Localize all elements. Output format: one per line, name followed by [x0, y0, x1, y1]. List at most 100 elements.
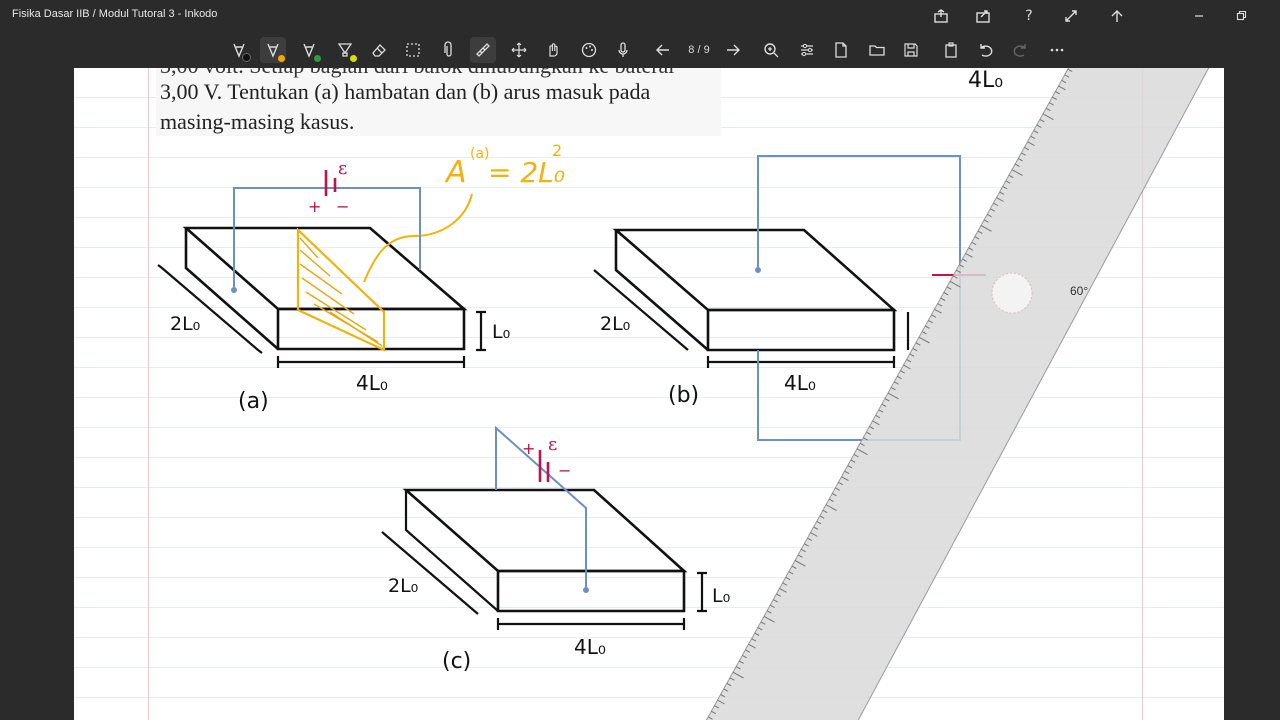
paperclip-icon [444, 41, 452, 57]
area-note-exp: 2 [552, 141, 562, 160]
new-page-button[interactable] [828, 37, 854, 63]
microphone-icon [618, 42, 628, 57]
move-tool[interactable] [506, 37, 532, 63]
contact-point-a [231, 287, 237, 293]
battery-minus-a: − [336, 197, 349, 216]
more-button[interactable] [1044, 37, 1070, 63]
ruler-overlay[interactable] [702, 68, 1214, 720]
arrow-left-icon [656, 44, 669, 56]
contact-point-b [755, 267, 761, 273]
microphone-tool[interactable] [610, 37, 636, 63]
undo-button[interactable] [972, 37, 998, 63]
adjust-button[interactable] [794, 37, 820, 63]
area-note-rhs: = 2L₀ [488, 156, 565, 189]
pen-green-tool[interactable] [296, 37, 322, 63]
undo-icon [980, 44, 993, 57]
ruler-body[interactable] [702, 68, 1214, 720]
sliders-icon [801, 43, 813, 57]
attachment-tool[interactable] [436, 37, 462, 63]
slab-c-front [496, 569, 686, 613]
note-canvas[interactable]: 3,00 volt. Setiap bagian dari balok dihu… [74, 68, 1224, 720]
pen-orange-tool[interactable] [260, 37, 286, 63]
save-icon [904, 43, 918, 57]
lasso-tool[interactable] [400, 37, 426, 63]
eraser-tool[interactable] [366, 37, 392, 63]
redo-button[interactable] [1008, 37, 1034, 63]
color-dot-yellow [350, 55, 357, 62]
handwriting-layer: 2L₀ 4L₀ L₀ (a) ε + − A (a) = 2L₀ 2 2L₀ 4… [157, 68, 1214, 720]
folder-icon [869, 45, 885, 56]
redo-icon [1013, 44, 1026, 57]
palette-icon [581, 42, 597, 58]
area-note-base: A [444, 155, 467, 190]
export-icon[interactable] [970, 4, 996, 28]
battery-plus-a: + [308, 197, 321, 216]
eraser-icon [372, 44, 386, 57]
dim-a-height [476, 310, 486, 352]
label-c-height: L₀ [712, 585, 730, 607]
save-button[interactable] [898, 37, 924, 63]
wire-a [233, 187, 421, 290]
contact-point-c [583, 587, 589, 593]
battery-minus-c: − [558, 461, 571, 480]
share-icon[interactable] [928, 4, 954, 28]
prev-page-button[interactable] [650, 37, 676, 63]
zoom-button[interactable] [758, 37, 784, 63]
highlighter-tool[interactable] [332, 37, 358, 63]
dim-b-width [706, 356, 896, 368]
fullscreen-icon[interactable] [1058, 4, 1084, 28]
next-page-button[interactable] [720, 37, 746, 63]
clipboard-icon [945, 42, 957, 58]
label-a-width: 4L₀ [356, 371, 388, 395]
dim-c-height [697, 571, 707, 613]
color-dot-orange [278, 55, 285, 62]
restore-icon[interactable] [1228, 4, 1254, 28]
dim-a-depth [157, 264, 263, 354]
toolbar: 8 / 9 [0, 32, 1280, 68]
label-a-depth: 2L₀ [170, 313, 200, 335]
label-b-depth: 2L₀ [600, 313, 630, 335]
help-icon[interactable]: ? [1016, 4, 1042, 28]
color-dot-green [314, 55, 321, 62]
palette-tool[interactable] [576, 37, 602, 63]
lasso-icon [406, 43, 420, 57]
caption-a: (a) [238, 389, 269, 414]
open-button[interactable] [864, 37, 890, 63]
figure-a [157, 170, 486, 368]
dim-c-width [496, 618, 686, 630]
color-dot-black [242, 53, 251, 62]
dim-a-width [276, 356, 466, 368]
zoom-icon [764, 43, 779, 58]
cross-section-a [296, 227, 386, 352]
arrow-up-icon[interactable] [1104, 4, 1130, 28]
caption-c: (c) [442, 649, 471, 674]
page-indicator: 8 / 9 [688, 44, 710, 56]
ruler-tool[interactable] [470, 37, 496, 63]
label-c-depth: 2L₀ [388, 575, 418, 597]
dim-c-depth [381, 531, 479, 615]
minimize-icon[interactable] [1186, 4, 1212, 28]
clipboard-button[interactable] [938, 37, 964, 63]
battery-c [538, 450, 550, 482]
arrow-right-icon [727, 44, 740, 56]
caption-b: (b) [668, 383, 699, 408]
label-b-width: 4L₀ [784, 371, 816, 395]
slab-c-top [402, 488, 688, 573]
page-icon [835, 42, 847, 58]
battery-plus-c: + [522, 439, 535, 458]
slab-a-top [182, 226, 468, 311]
more-icon [1050, 48, 1064, 52]
pen-black-tool[interactable] [226, 37, 252, 63]
move-icon [511, 42, 527, 58]
window-title: Fisika Dasar IIB / Modul Tutoral 3 - Ink… [12, 8, 218, 20]
ruler-angle-dial [991, 272, 1033, 314]
battery-a [324, 170, 337, 196]
title-bar: Fisika Dasar IIB / Modul Tutoral 3 - Ink… [0, 0, 1280, 32]
ruler-icon [476, 43, 490, 57]
battery-label-a: ε [338, 158, 347, 179]
touch-tool[interactable] [540, 37, 566, 63]
figure-c [381, 425, 707, 630]
area-note-sup: (a) [470, 146, 490, 162]
label-a-height: L₀ [492, 321, 510, 343]
ruler-angle-label: 60° [1070, 284, 1089, 298]
